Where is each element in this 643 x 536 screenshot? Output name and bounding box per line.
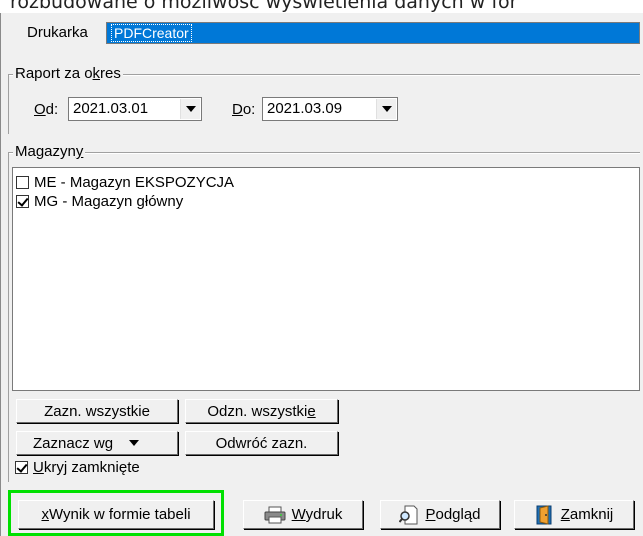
list-item-label: ME - Magazyn EKSPOZYCJA bbox=[34, 173, 235, 191]
from-label: Od: bbox=[34, 101, 59, 118]
list-item-label: MG - Magazyn główny bbox=[34, 192, 184, 210]
preview-button[interactable]: Podgląd bbox=[380, 500, 500, 529]
to-label: Do: bbox=[232, 101, 256, 118]
warehouses-group-line bbox=[8, 152, 640, 154]
to-date-combo[interactable]: 2021.03.09 bbox=[262, 97, 398, 121]
close-button[interactable]: Zamknij bbox=[514, 500, 634, 529]
deselect-all-button[interactable]: Odzn. wszystki e bbox=[185, 399, 338, 423]
from-date-value: 2021.03.01 bbox=[73, 100, 149, 117]
to-date-dropdown-button[interactable] bbox=[376, 99, 396, 119]
background-document-text: rozbudowane o możliwość wyświetlenia dan… bbox=[0, 0, 643, 13]
hide-closed-label: Ukryj zamknięte bbox=[33, 459, 140, 476]
warehouses-group-title: Magazyny bbox=[13, 143, 86, 160]
warehouse-checkbox-me[interactable] bbox=[16, 175, 29, 189]
print-button[interactable]: Wydruk bbox=[243, 500, 363, 529]
select-by-dropdown-button[interactable]: Zaznacz wg bbox=[16, 431, 178, 455]
hide-closed-checkbox[interactable] bbox=[15, 461, 28, 474]
to-date-value: 2021.03.09 bbox=[267, 100, 343, 117]
list-item-me[interactable]: ME - Magazyn EKSPOZYCJA bbox=[16, 173, 234, 191]
printer-icon bbox=[264, 506, 286, 523]
magnifier-page-icon bbox=[399, 505, 418, 524]
door-exit-icon bbox=[536, 504, 552, 525]
period-group-left-border bbox=[8, 74, 9, 134]
warehouses-group-left-border bbox=[8, 152, 9, 482]
period-group-title: Raport za okres bbox=[13, 65, 123, 82]
from-date-dropdown-button[interactable] bbox=[180, 99, 200, 119]
table-result-button[interactable]: x Wynik w formie tabeli bbox=[18, 500, 214, 529]
printer-select[interactable]: PDFCreator bbox=[106, 22, 640, 44]
warehouse-checkbox-mg[interactable] bbox=[16, 194, 29, 208]
list-item-mg[interactable]: MG - Magazyn główny bbox=[16, 192, 183, 210]
select-all-button[interactable]: Zazn. wszystkie bbox=[16, 399, 178, 423]
chevron-down-icon bbox=[129, 440, 140, 446]
chevron-down-icon bbox=[185, 106, 196, 112]
printer-label: Drukarka bbox=[27, 24, 88, 41]
invert-selection-button[interactable]: Odwróć zazn. bbox=[185, 431, 338, 455]
chevron-down-icon bbox=[381, 106, 392, 112]
printer-value: PDFCreator bbox=[111, 24, 192, 42]
warehouses-list[interactable]: ME - Magazyn EKSPOZYCJA MG - Magazyn głó… bbox=[12, 167, 640, 391]
from-date-combo[interactable]: 2021.03.01 bbox=[68, 97, 202, 121]
hide-closed-checkbox-row[interactable]: Ukryj zamknięte bbox=[15, 459, 140, 476]
